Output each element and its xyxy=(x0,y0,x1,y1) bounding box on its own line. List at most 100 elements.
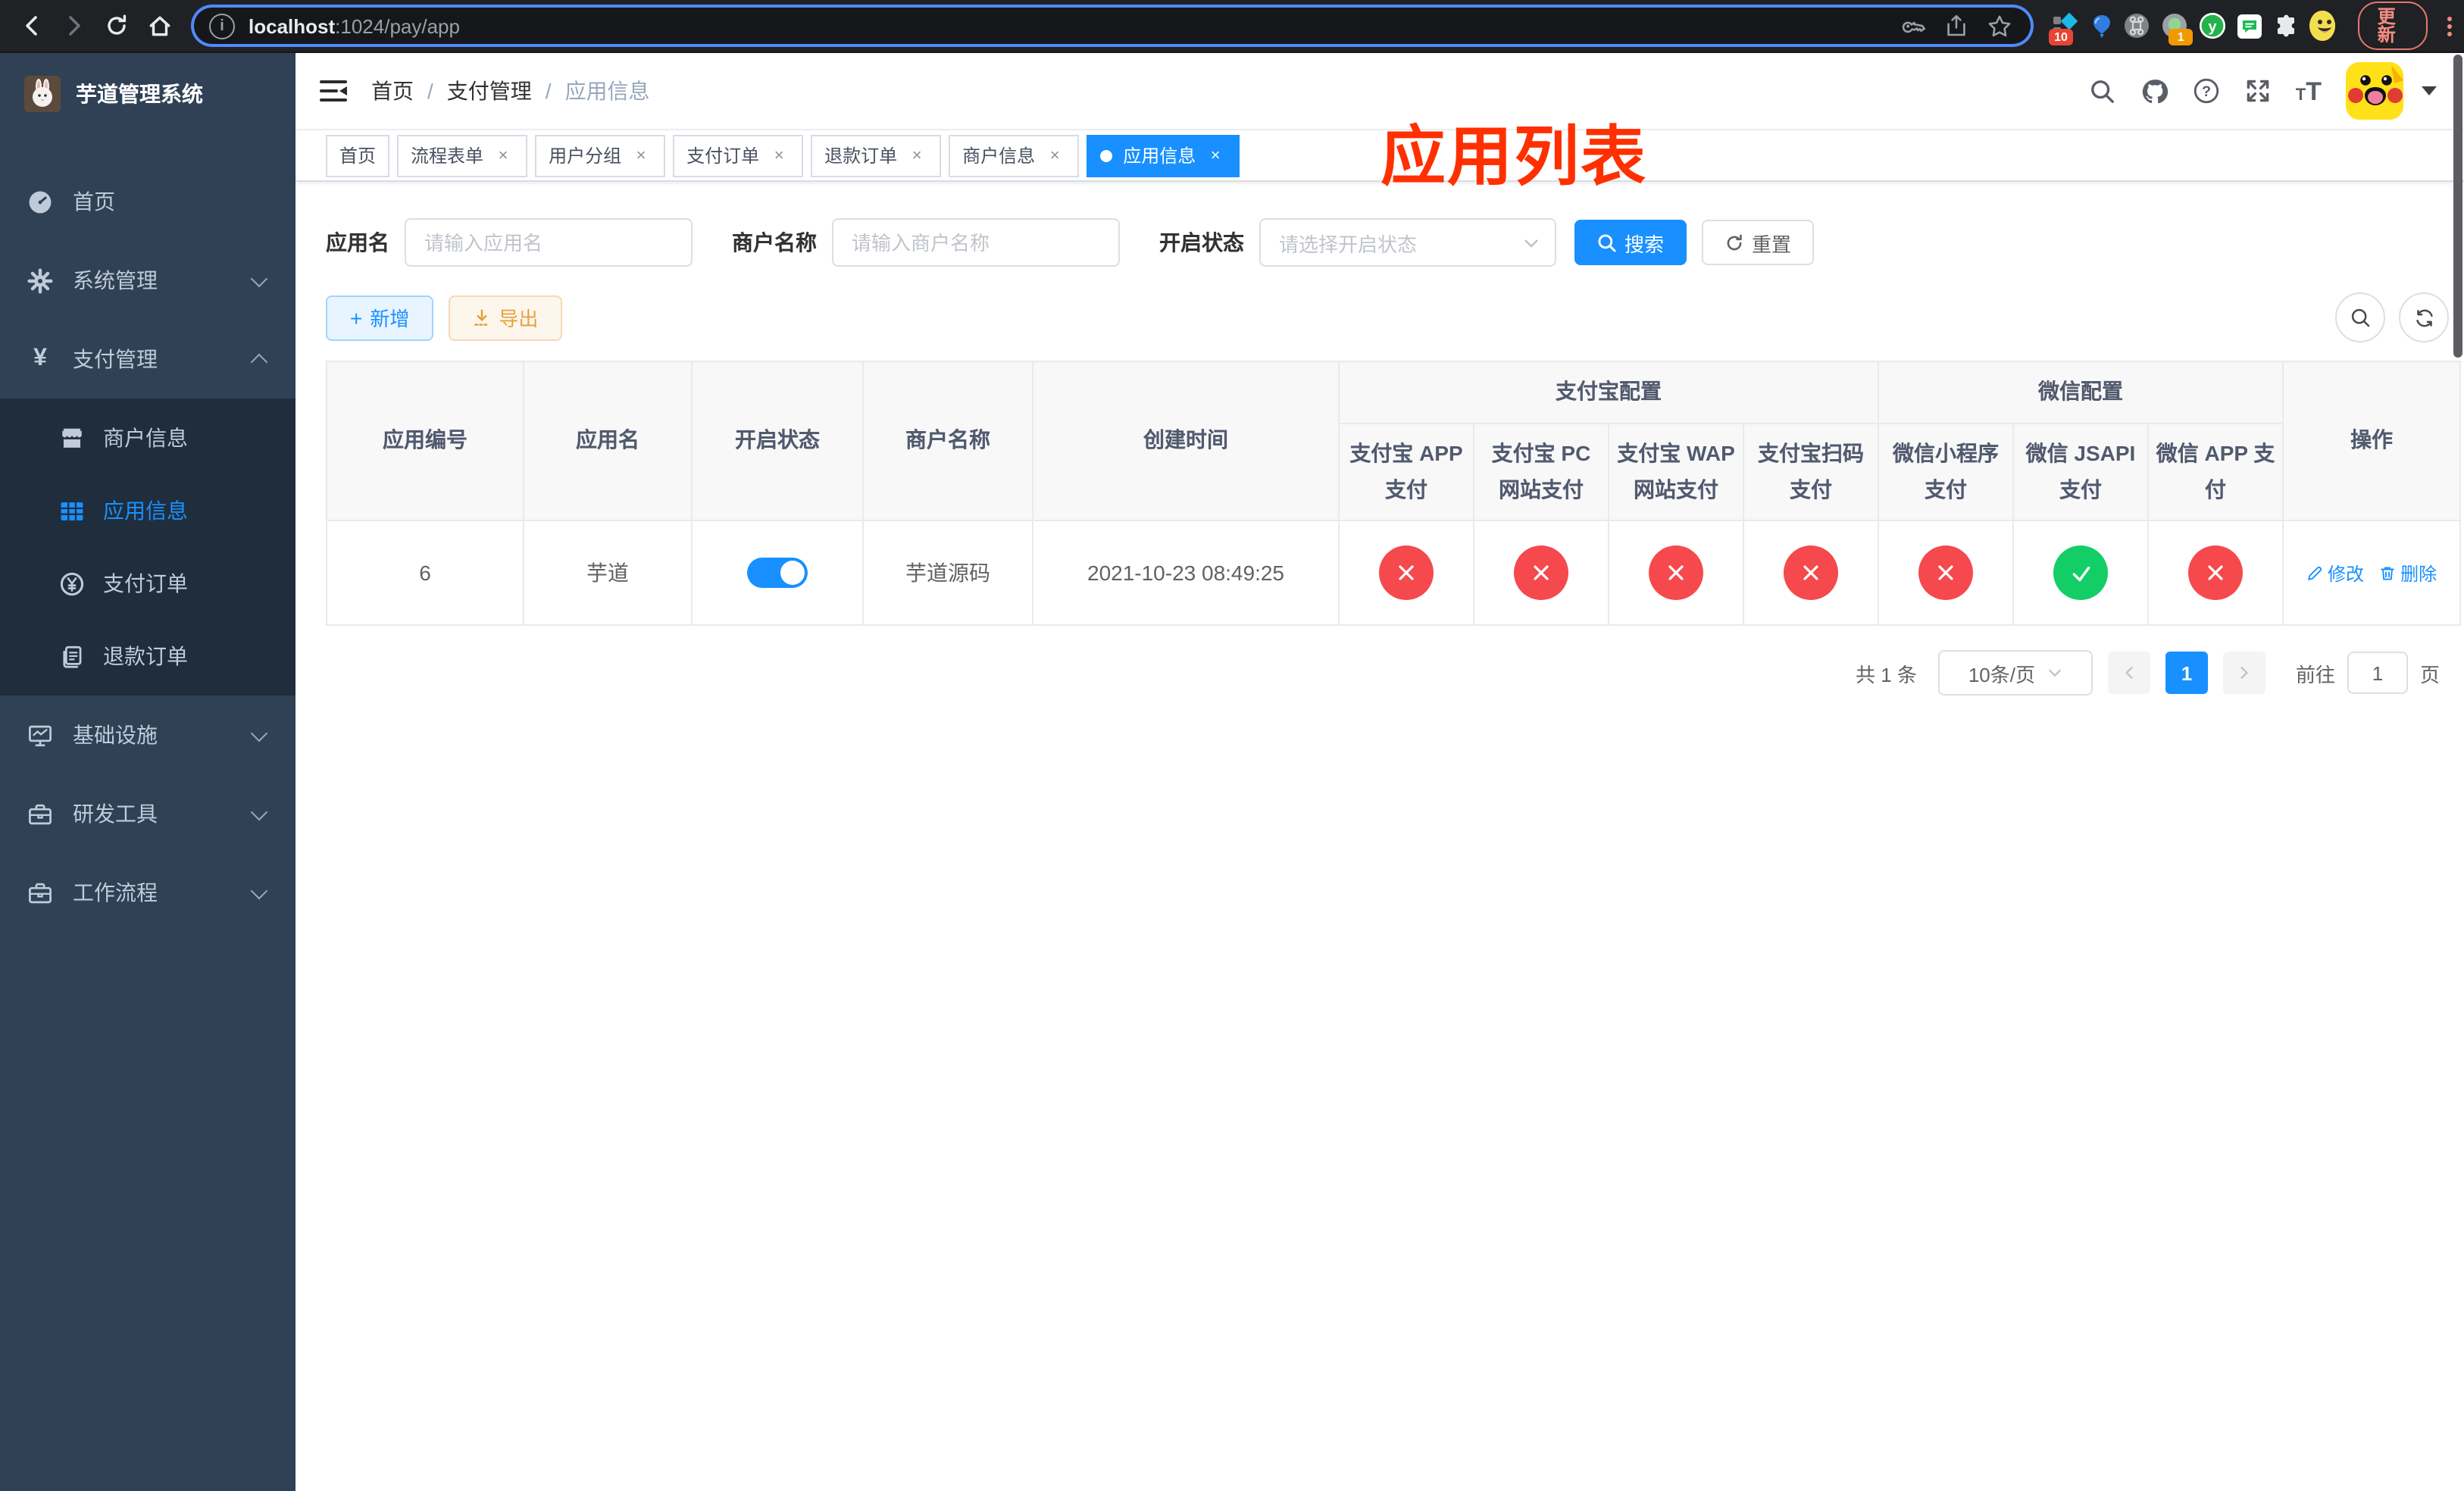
site-info-icon[interactable]: i xyxy=(209,13,235,39)
sidebar-item-dev-tools[interactable]: 研发工具 xyxy=(0,774,295,853)
page-size-select[interactable]: 10条/页 xyxy=(1937,650,2093,696)
home-icon xyxy=(149,15,170,36)
merchant-name-label: 商户名称 xyxy=(732,230,817,255)
edit-link[interactable]: 修改 xyxy=(2306,561,2364,586)
page-number-1[interactable]: 1 xyxy=(2165,652,2208,695)
app-name-input[interactable] xyxy=(405,218,693,267)
sidebar-item-workflow[interactable]: 工作流程 xyxy=(0,853,295,932)
chrome-menu-button[interactable] xyxy=(2447,16,2453,36)
app-logo-rabbit xyxy=(24,76,61,112)
col-app-id: 应用编号 xyxy=(326,360,524,522)
avatar-dropdown-caret[interactable] xyxy=(2422,86,2437,95)
export-button[interactable]: 导出 xyxy=(449,295,563,340)
status-label: 开启状态 xyxy=(1159,230,1244,255)
share-icon[interactable] xyxy=(1944,14,1968,38)
extension-recorder-icon[interactable]: 1 xyxy=(2161,12,2194,45)
extension-chat-icon[interactable] xyxy=(2237,12,2262,39)
cell-create-time: 2021-10-23 08:49:25 xyxy=(1032,520,1340,627)
refresh-table-button[interactable] xyxy=(2399,292,2449,342)
search-button[interactable]: 搜索 xyxy=(1574,220,1687,265)
status-x-icon xyxy=(1784,545,1838,601)
chevron-down-icon xyxy=(250,269,268,287)
forward-button[interactable] xyxy=(58,9,91,42)
chrome-update-button[interactable]: 更新 xyxy=(2357,2,2428,50)
profile-avatar[interactable] xyxy=(2309,11,2335,41)
download-icon xyxy=(474,308,490,325)
password-key-icon[interactable] xyxy=(1902,14,1926,38)
tab-refund-orders[interactable]: 退款订单 × xyxy=(811,134,942,177)
home-button[interactable] xyxy=(142,9,176,42)
sidebar-item-label: 退款订单 xyxy=(103,644,188,668)
bookmark-star-icon[interactable] xyxy=(1987,13,2012,39)
sidebar-item-label: 研发工具 xyxy=(73,802,158,826)
show-search-toggle-button[interactable] xyxy=(2335,292,2385,342)
back-button[interactable] xyxy=(15,9,48,42)
github-icon[interactable] xyxy=(2141,77,2169,105)
breadcrumb-current: 应用信息 xyxy=(564,79,650,103)
sidebar-item-system[interactable]: 系统管理 xyxy=(0,241,295,320)
close-icon[interactable]: × xyxy=(1044,145,1065,166)
tab-user-group[interactable]: 用户分组 × xyxy=(535,134,666,177)
fullscreen-icon[interactable] xyxy=(2244,77,2272,105)
close-icon[interactable]: × xyxy=(630,145,652,166)
sidebar-collapse-button[interactable] xyxy=(320,80,347,102)
close-icon[interactable]: × xyxy=(1205,145,1226,166)
sidebar-item-pay-orders[interactable]: 支付订单 xyxy=(0,547,295,620)
annotation-title: 应用列表 xyxy=(1381,121,1647,194)
green-y-icon: y xyxy=(2200,12,2226,39)
tab-home[interactable]: 首页 xyxy=(326,134,390,177)
status-select[interactable]: 请选择开启状态 xyxy=(1259,218,1556,267)
add-button-label: 新增 xyxy=(370,308,410,330)
extension-balloon-icon[interactable] xyxy=(2090,12,2112,39)
toolbox-icon xyxy=(27,801,53,827)
extension-diamond-icon[interactable]: 10 xyxy=(2049,12,2079,45)
col-actions: 操作 xyxy=(2282,360,2462,522)
tab-process-form[interactable]: 流程表单 × xyxy=(397,134,528,177)
sidebar-item-refund-orders[interactable]: 退款订单 xyxy=(0,620,295,692)
font-size-icon[interactable]: TT xyxy=(2296,78,2322,104)
chevron-down-icon xyxy=(250,802,268,821)
cell-alipay-app xyxy=(1338,520,1474,627)
prev-page-button[interactable] xyxy=(2107,652,2150,695)
plus-icon: + xyxy=(350,305,363,330)
close-icon[interactable]: × xyxy=(906,145,927,166)
merchant-name-input[interactable] xyxy=(832,218,1120,267)
status-toggle[interactable] xyxy=(747,558,808,589)
sidebar-item-home[interactable]: 首页 xyxy=(0,162,295,241)
app-name-label: 应用名 xyxy=(326,230,389,255)
app-logo-row[interactable]: 芋道管理系统 xyxy=(0,53,295,120)
payment-submenu: 商户信息 应用信息 支付订单 退款订单 xyxy=(0,399,295,695)
extensions-puzzle-icon[interactable] xyxy=(2273,12,2299,39)
reload-button[interactable] xyxy=(100,9,133,42)
sidebar-item-infrastructure[interactable]: 基础设施 xyxy=(0,695,295,774)
sidebar-item-merchant-info[interactable]: 商户信息 xyxy=(0,402,295,474)
delete-link-label: 删除 xyxy=(2400,563,2437,585)
extension-command-icon[interactable] xyxy=(2123,12,2150,39)
pagination-total: 共 1 条 xyxy=(1856,663,1917,686)
header-search-icon[interactable] xyxy=(2090,77,2117,105)
extension-yudao-icon[interactable]: y xyxy=(2199,12,2226,39)
address-bar[interactable]: i localhost:1024/pay/app xyxy=(194,8,2031,44)
add-button[interactable]: + 新增 xyxy=(326,295,434,340)
breadcrumb-payment[interactable]: 支付管理 xyxy=(447,76,532,106)
extension-badge: 10 xyxy=(2049,29,2073,45)
sidebar-item-payment[interactable]: ¥ 支付管理 xyxy=(0,320,295,399)
next-page-button[interactable] xyxy=(2222,652,2265,695)
reset-button[interactable]: 重置 xyxy=(1702,220,1815,265)
help-icon[interactable]: ? xyxy=(2193,77,2220,105)
tab-app-info[interactable]: 应用信息 × xyxy=(1087,134,1240,177)
close-icon[interactable]: × xyxy=(492,145,514,166)
sidebar-item-app-info[interactable]: 应用信息 xyxy=(0,474,295,547)
delete-link[interactable]: 删除 xyxy=(2379,561,2437,586)
col-group-alipay: 支付宝配置 xyxy=(1338,361,1879,424)
user-avatar[interactable] xyxy=(2346,62,2403,120)
goto-page-input[interactable] xyxy=(2347,652,2408,695)
scrollbar-thumb[interactable] xyxy=(2453,55,2462,358)
breadcrumb-home[interactable]: 首页 xyxy=(371,76,414,106)
tab-pay-orders[interactable]: 支付订单 × xyxy=(673,134,804,177)
tab-merchant-info[interactable]: 商户信息 × xyxy=(949,134,1080,177)
edit-pencil-icon xyxy=(2308,566,2322,580)
sidebar-item-label: 系统管理 xyxy=(73,268,158,292)
close-icon[interactable]: × xyxy=(768,145,790,166)
chevron-down-icon xyxy=(250,724,268,742)
